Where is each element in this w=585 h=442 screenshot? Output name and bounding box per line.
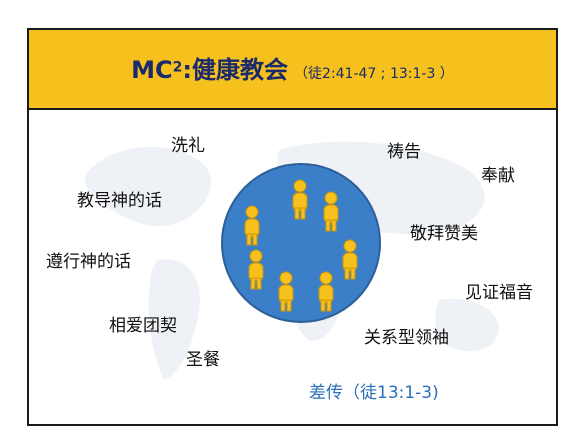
label-offering: 奉献: [481, 166, 515, 186]
church-circle-diagram: [221, 163, 381, 323]
title-main: MC: [131, 56, 173, 84]
label-obey-word: 遵行神的话: [46, 252, 131, 272]
label-teach-word: 教导神的话: [77, 191, 162, 211]
title-scripture-reference: （徒2:41-47 ; 13:1-3 ）: [294, 66, 454, 82]
slide-frame: MC2:健康教会 （徒2:41-47 ; 13:1-3 ） 洗礼 教导神的话 遵…: [27, 28, 558, 426]
title-bar: MC2:健康教会 （徒2:41-47 ; 13:1-3 ）: [29, 30, 556, 110]
label-sending: 差传（徒13:1-3): [309, 383, 439, 403]
page-title: MC2:健康教会 （徒2:41-47 ; 13:1-3 ）: [29, 50, 556, 85]
label-communion: 圣餐: [186, 350, 220, 370]
label-testimony: 见证福音: [465, 283, 533, 303]
title-superscript: 2: [172, 59, 183, 76]
title-text: :健康教会: [182, 56, 289, 84]
label-baptism: 洗礼: [171, 136, 205, 156]
label-worship: 敬拜赞美: [410, 224, 478, 244]
label-love-unity: 相爱团契: [109, 316, 177, 336]
label-prayer: 祷告: [387, 142, 421, 162]
label-relational-leadership: 关系型领袖: [364, 328, 449, 348]
